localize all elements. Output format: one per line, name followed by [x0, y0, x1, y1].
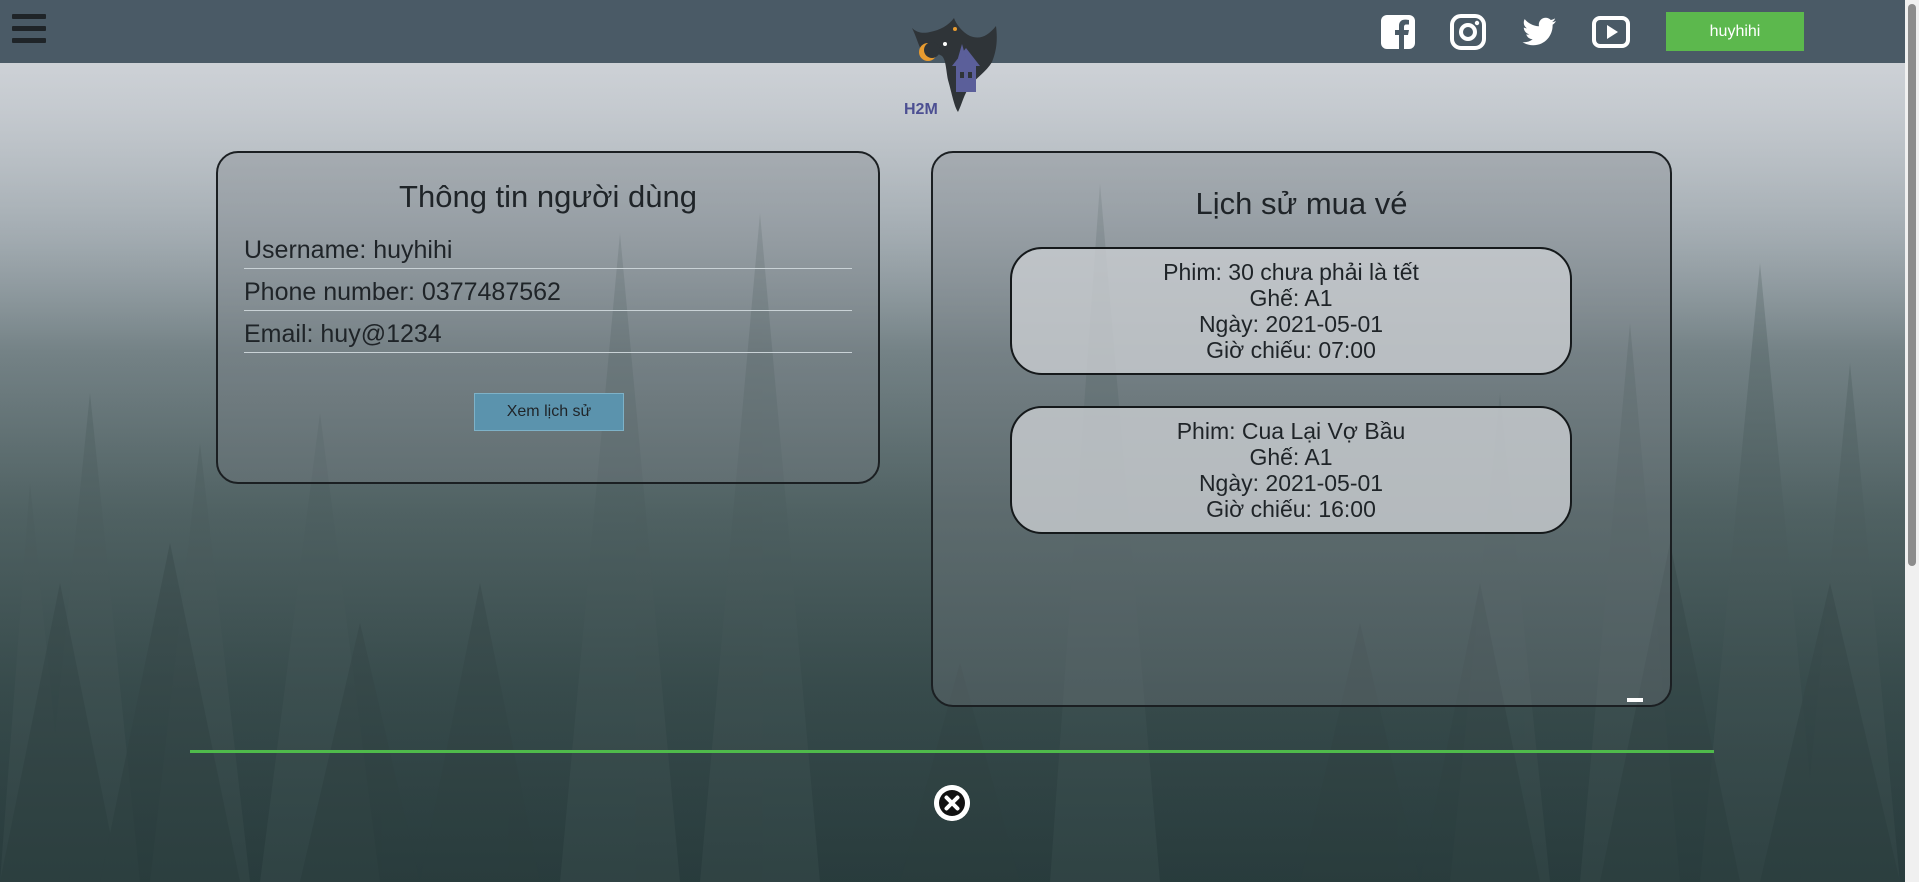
phone-line: Phone number: 0377487562	[244, 271, 852, 311]
ticket-date: Ngày: 2021-05-01	[1198, 311, 1384, 337]
user-info-title: Thông tin người dùng	[399, 179, 697, 214]
green-divider	[190, 750, 1714, 753]
username-line: Username: huyhihi	[244, 229, 852, 269]
ticket-movie: Phim: Cua Lại Vợ Bầu	[1176, 418, 1406, 444]
email-line: Email: huy@1234	[244, 313, 852, 353]
instagram-icon[interactable]	[1449, 13, 1487, 51]
ticket-time: Giờ chiếu: 16:00	[1206, 496, 1376, 522]
ticket-seat: Ghế: A1	[1249, 444, 1333, 470]
youtube-icon[interactable]	[1592, 13, 1630, 51]
minimize-indicator[interactable]	[1627, 698, 1643, 702]
ticket-date: Ngày: 2021-05-01	[1198, 470, 1384, 496]
user-account-button[interactable]: huyhihi	[1666, 12, 1804, 51]
scrollbar-thumb[interactable]	[1908, 4, 1916, 566]
view-history-button[interactable]: Xem lịch sử	[474, 393, 624, 431]
hamburger-menu-icon[interactable]	[12, 14, 46, 48]
ticket-card[interactable]: Phim: 30 chưa phải là tết Ghế: A1 Ngày: …	[1010, 247, 1572, 375]
h2m-logo[interactable]: H2M	[900, 14, 1010, 118]
purchase-history-panel: Lịch sử mua vé Phim: 30 chưa phải là tết…	[931, 151, 1672, 707]
ticket-time: Giờ chiếu: 07:00	[1206, 337, 1376, 363]
page-scrollbar[interactable]	[1905, 0, 1919, 882]
ticket-card[interactable]: Phim: Cua Lại Vợ Bầu Ghế: A1 Ngày: 2021-…	[1010, 406, 1572, 534]
logo-text: H2M	[904, 101, 938, 118]
close-circle-icon[interactable]	[934, 785, 970, 821]
ticket-seat: Ghế: A1	[1249, 285, 1333, 311]
facebook-icon[interactable]	[1379, 13, 1417, 51]
purchase-history-title: Lịch sử mua vé	[1195, 186, 1408, 221]
twitter-icon[interactable]	[1520, 13, 1558, 51]
ticket-movie: Phim: 30 chưa phải là tết	[1163, 259, 1419, 285]
user-info-panel: Thông tin người dùng Username: huyhihi P…	[216, 151, 880, 484]
